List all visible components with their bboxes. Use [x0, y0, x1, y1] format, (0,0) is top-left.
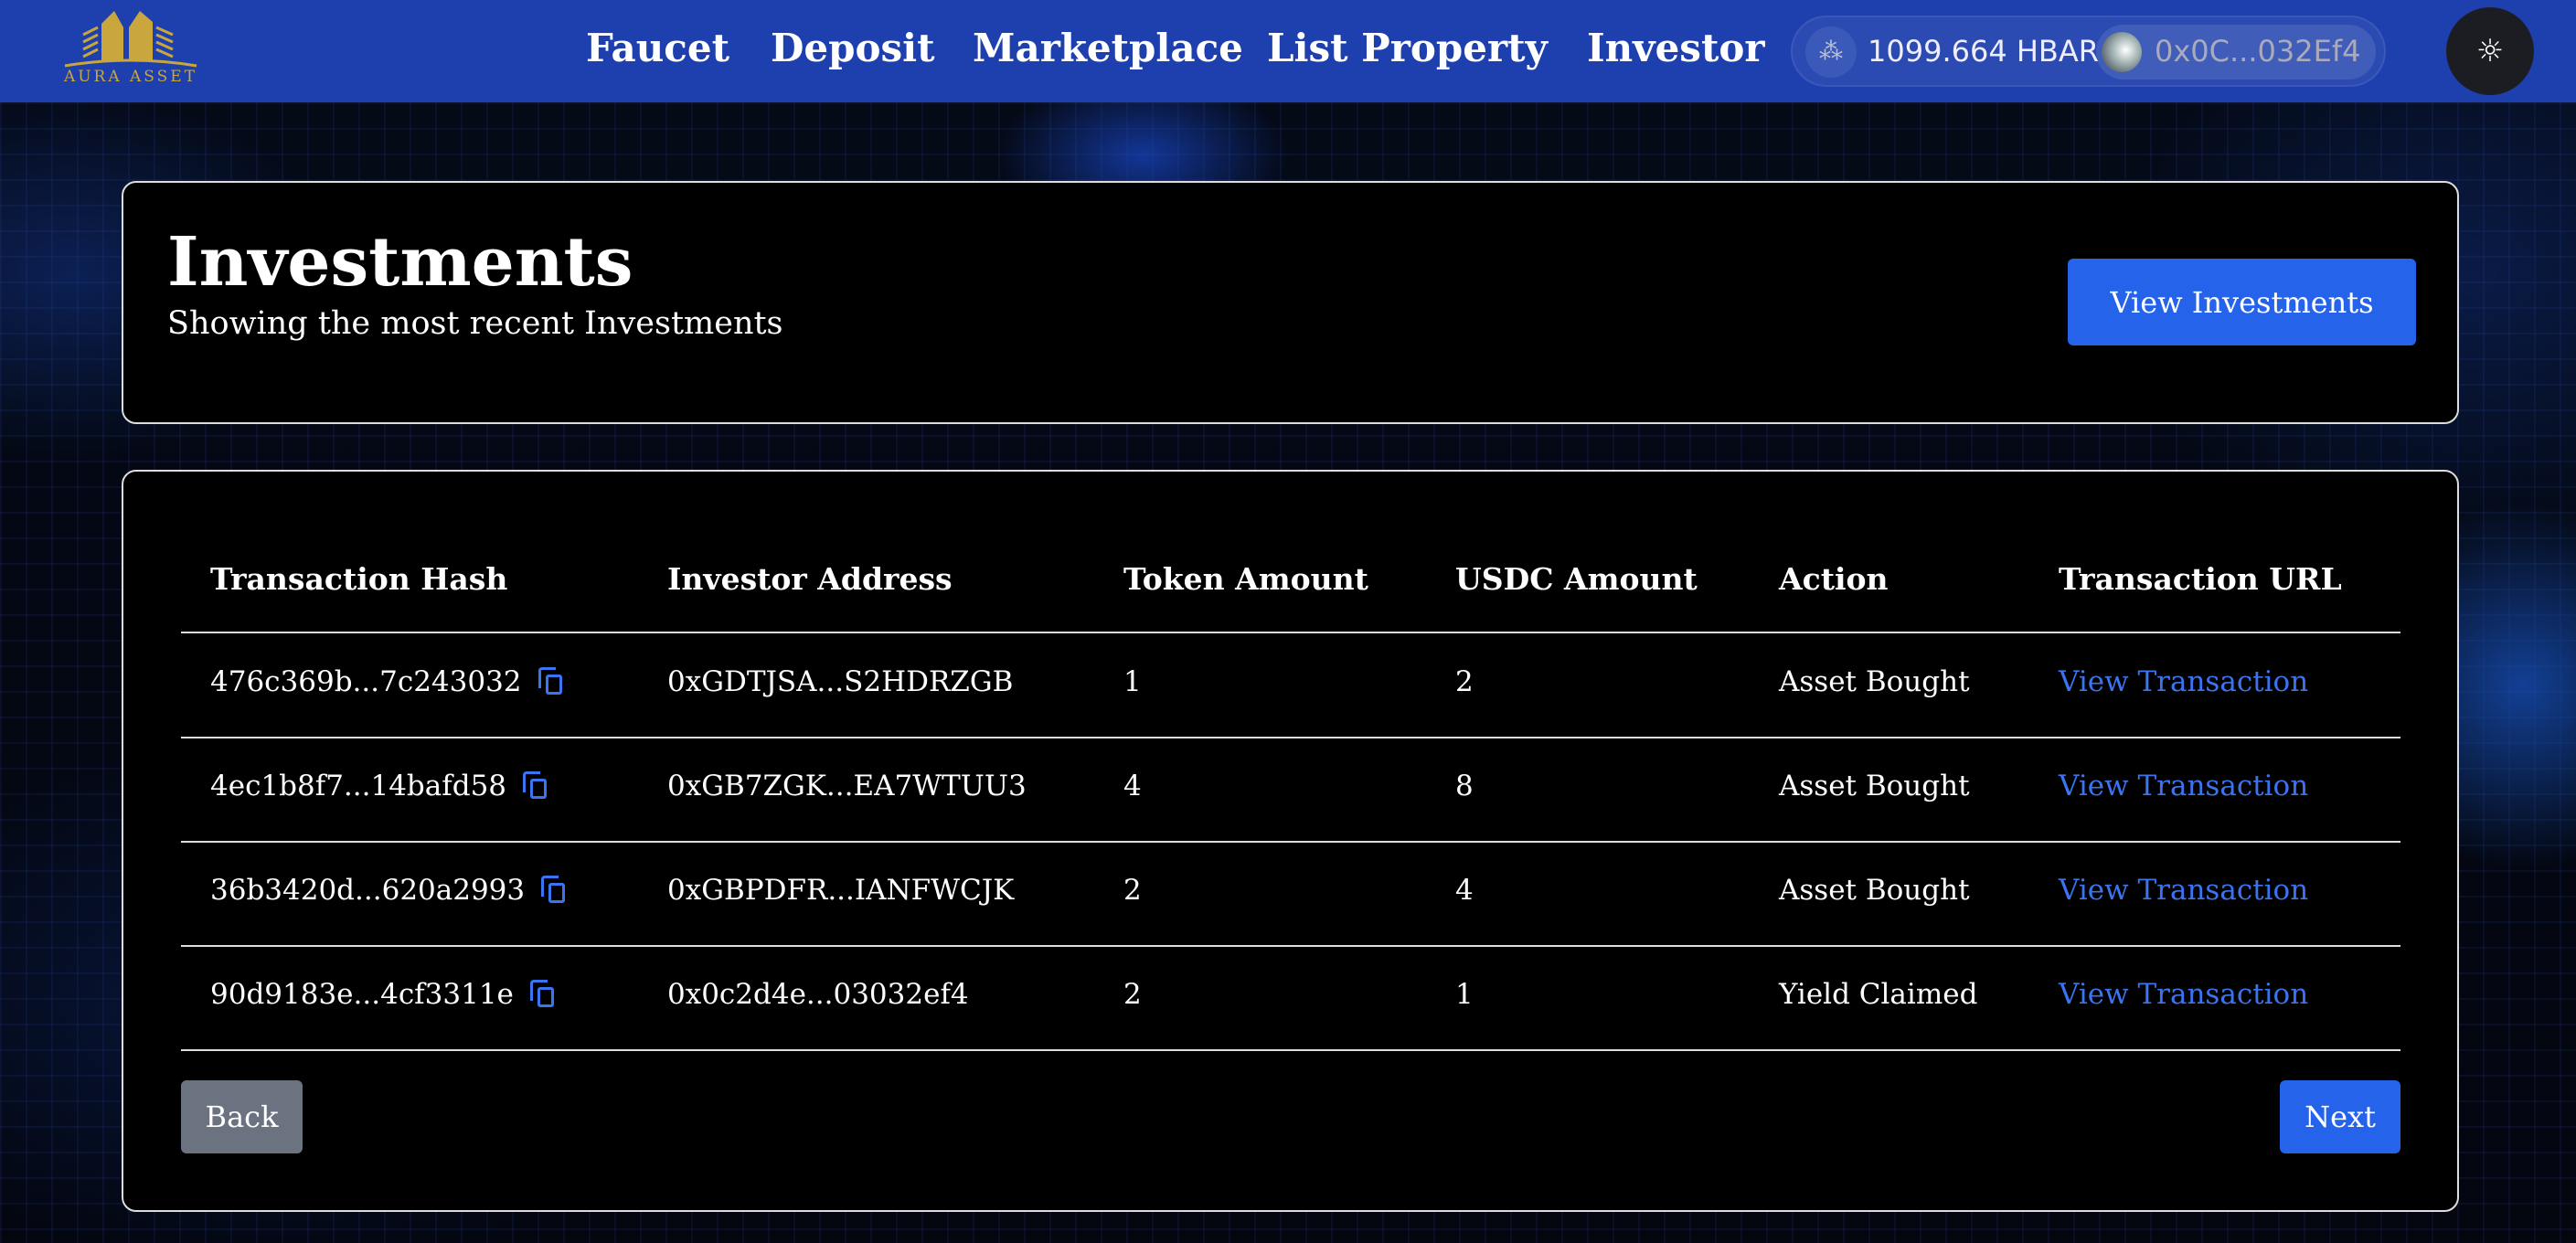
cell-text: View Transaction: [2059, 665, 2309, 698]
token-amount: 2: [1123, 978, 1142, 1011]
usdc-amount: 2: [1455, 665, 1474, 698]
token-amount: 4: [1123, 770, 1142, 802]
divider: [181, 737, 2400, 738]
copy-icon[interactable]: [529, 980, 554, 1007]
column-header: Transaction URL: [2059, 561, 2342, 597]
column-header: USDC Amount: [1455, 561, 1698, 597]
cell-text: 90d9183e...4cf3311e: [210, 978, 514, 1011]
copy-icon[interactable]: [538, 667, 562, 695]
action: Yield Claimed: [1779, 978, 1977, 1011]
cell-text: 8: [1455, 770, 1474, 802]
building-logo-icon: [64, 11, 197, 68]
transaction-hash: 476c369b...7c243032: [210, 665, 562, 698]
nav-deposit[interactable]: Deposit: [771, 26, 935, 70]
account-address[interactable]: 0x0C...032Ef4: [2096, 25, 2376, 80]
cell-text: 4: [1123, 770, 1142, 802]
cell-text: Yield Claimed: [1779, 978, 1978, 1011]
transaction-url-link[interactable]: View Transaction: [2059, 978, 2308, 1011]
cell-text: 2: [1123, 874, 1142, 907]
page-title: Investments: [167, 223, 633, 302]
action: Asset Bought: [1779, 874, 1970, 907]
cell-text: View Transaction: [2059, 978, 2309, 1011]
cell-text: 2: [1123, 978, 1142, 1011]
column-header: Token Amount: [1123, 561, 1368, 597]
cell-text: 36b3420d...620a2993: [210, 874, 526, 907]
cell-text: View Transaction: [2059, 770, 2309, 802]
nav-investor[interactable]: Investor: [1587, 26, 1765, 70]
token-amount: 1: [1123, 665, 1142, 698]
avatar: [2102, 32, 2142, 72]
next-button[interactable]: Next: [2280, 1080, 2400, 1153]
cell-text: Asset Bought: [1779, 665, 1970, 698]
usdc-amount: 1: [1455, 978, 1474, 1011]
investor-address: 0xGBPDFR...IANFWCJK: [667, 874, 1014, 907]
balance: 1099.664 HBAR: [1868, 34, 2099, 69]
logo[interactable]: AURA ASSET: [58, 7, 204, 91]
usdc-amount: 4: [1455, 874, 1474, 907]
page-subtitle: Showing the most recent Investments: [167, 305, 783, 342]
divider: [181, 1049, 2400, 1051]
cell-text: 2: [1455, 665, 1474, 698]
cell-text: 476c369b...7c243032: [210, 665, 522, 698]
cell-text: 4: [1455, 874, 1474, 907]
cell-text: 0xGB7ZGK...EA7WTUU3: [667, 770, 1027, 802]
divider: [181, 632, 2400, 633]
column-header: Investor Address: [667, 561, 953, 597]
transaction-url-link[interactable]: View Transaction: [2059, 770, 2308, 802]
address-text: 0x0C...032Ef4: [2155, 34, 2361, 69]
cell-text: 4ec1b8f7...14bafd58: [210, 770, 507, 802]
usdc-amount: 8: [1455, 770, 1474, 802]
action: Asset Bought: [1779, 770, 1970, 802]
investor-address: 0x0c2d4e...03032ef4: [667, 978, 969, 1011]
transaction-url-link[interactable]: View Transaction: [2059, 665, 2308, 698]
cell-text: Asset Bought: [1779, 770, 1970, 802]
back-button[interactable]: Back: [181, 1080, 303, 1153]
nav-list-property[interactable]: List Property: [1267, 26, 1548, 70]
transaction-hash: 4ec1b8f7...14bafd58: [210, 770, 548, 802]
column-header: Transaction Hash: [210, 561, 508, 597]
token-amount: 2: [1123, 874, 1142, 907]
cell-text: 0xGBPDFR...IANFWCJK: [667, 874, 1015, 907]
investments-summary-card: Investments Showing the most recent Inve…: [122, 181, 2459, 424]
transaction-hash: 36b3420d...620a2993: [210, 874, 566, 907]
cell-text: View Transaction: [2059, 874, 2309, 907]
copy-icon[interactable]: [523, 771, 548, 799]
divider: [181, 841, 2400, 843]
theme-toggle-button[interactable]: ☼: [2446, 7, 2534, 95]
divider: [181, 945, 2400, 947]
transaction-url-link[interactable]: View Transaction: [2059, 874, 2308, 907]
logo-text: AURA ASSET: [63, 68, 198, 86]
view-investments-button[interactable]: View Investments: [2068, 259, 2416, 345]
wallet-button[interactable]: ⁂ 1099.664 HBAR 0x0C...032Ef4: [1791, 16, 2386, 87]
investor-address: 0xGB7ZGK...EA7WTUU3: [667, 770, 1027, 802]
cell-text: 1: [1123, 665, 1142, 698]
column-header: Action: [1779, 561, 1889, 597]
sun-icon: ☼: [2475, 33, 2505, 69]
cell-text: 0x0c2d4e...03032ef4: [667, 978, 969, 1011]
copy-icon[interactable]: [541, 876, 566, 903]
investor-address: 0xGDTJSA...S2HDRZGB: [667, 665, 1013, 698]
cell-text: Asset Bought: [1779, 874, 1970, 907]
network-icon: ⁂: [1805, 27, 1857, 78]
cell-text: 0xGDTJSA...S2HDRZGB: [667, 665, 1014, 698]
action: Asset Bought: [1779, 665, 1970, 698]
nav-marketplace[interactable]: Marketplace: [973, 26, 1243, 70]
cell-text: 1: [1455, 978, 1474, 1011]
transaction-hash: 90d9183e...4cf3311e: [210, 978, 554, 1011]
nav-faucet[interactable]: Faucet: [586, 26, 729, 70]
navbar: AURA ASSET Faucet Deposit Marketplace Li…: [0, 0, 2576, 102]
